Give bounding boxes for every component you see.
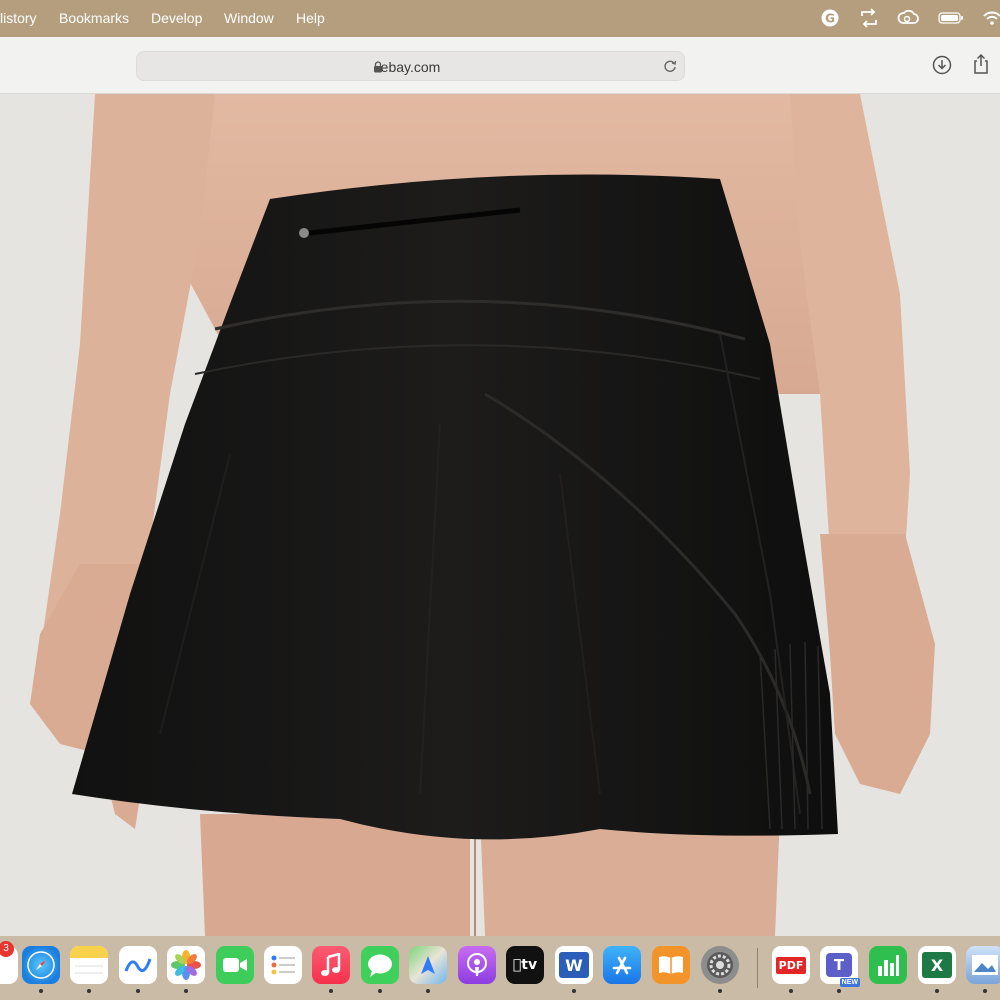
dock-app-reminders[interactable] xyxy=(264,946,302,984)
running-indicator xyxy=(426,989,430,993)
browser-toolbar: ebay.com xyxy=(0,37,1000,94)
running-indicator xyxy=(329,989,333,993)
product-photo[interactable] xyxy=(0,94,1000,936)
grammarly-icon[interactable]: G xyxy=(820,8,840,28)
reload-icon[interactable] xyxy=(662,58,678,74)
new-badge: NEW xyxy=(839,978,860,987)
dock-app-podcasts[interactable] xyxy=(458,946,496,984)
running-indicator xyxy=(837,989,841,993)
running-indicator xyxy=(184,989,188,993)
address-bar[interactable]: ebay.com xyxy=(136,51,685,81)
dock-app-apple-tv[interactable]: tv xyxy=(506,946,544,984)
app-store-icon xyxy=(612,956,632,975)
dock-app-teams[interactable]: T NEW xyxy=(820,946,860,987)
open-book-icon xyxy=(659,956,683,974)
dock-app-word[interactable]: W xyxy=(555,946,593,984)
video-camera-icon xyxy=(223,958,247,972)
dock-app-notes[interactable] xyxy=(70,946,108,984)
wifi-icon[interactable] xyxy=(982,8,1000,28)
running-indicator xyxy=(983,989,987,993)
photos-flower-icon xyxy=(171,950,201,980)
dock-app-music[interactable] xyxy=(312,946,350,984)
dock-app-books[interactable] xyxy=(652,946,690,984)
message-bubble-icon xyxy=(368,954,392,977)
creative-cloud-icon[interactable] xyxy=(897,8,919,28)
menu-bar: listory Bookmarks Develop Window Help G xyxy=(0,0,1000,37)
dock-app-pdf-editor[interactable]: PDF xyxy=(772,946,810,984)
dock-app-messages[interactable] xyxy=(361,946,399,984)
menu-bookmarks[interactable]: Bookmarks xyxy=(59,10,129,26)
url-text: ebay.com xyxy=(380,59,441,75)
download-icon[interactable] xyxy=(932,55,952,75)
excel-logo: X xyxy=(922,952,952,978)
sync-icon[interactable] xyxy=(858,8,878,28)
running-indicator xyxy=(87,989,91,993)
freeform-icon xyxy=(124,958,152,973)
notes-icon xyxy=(70,946,108,974)
page-content xyxy=(0,94,1000,936)
dock-separator xyxy=(757,948,758,988)
running-indicator xyxy=(378,989,382,993)
dock-app-maps[interactable] xyxy=(409,946,447,984)
safari-compass-icon xyxy=(27,951,55,979)
preview-icon xyxy=(972,955,998,975)
pdf-label: PDF xyxy=(775,956,807,974)
dock-app-system-preferences[interactable] xyxy=(701,946,739,984)
word-logo: W xyxy=(559,952,589,978)
dock-app-safari[interactable] xyxy=(22,946,60,984)
maps-pin-icon xyxy=(421,956,435,974)
running-indicator xyxy=(789,989,793,993)
running-indicator xyxy=(718,989,722,993)
running-indicator xyxy=(39,989,43,993)
share-icon[interactable] xyxy=(971,53,991,74)
dock: 3 tv W PDF T NEW X xyxy=(0,936,1000,1000)
dock-app-facetime[interactable] xyxy=(216,946,254,984)
dock-app-excel[interactable]: X xyxy=(918,946,956,984)
dock-app-app-store[interactable] xyxy=(603,946,641,984)
dock-app-preview[interactable] xyxy=(966,946,1000,984)
menu-help[interactable]: Help xyxy=(296,10,325,26)
reminders-list-icon xyxy=(271,955,295,975)
podcasts-icon xyxy=(467,953,487,976)
menu-develop[interactable]: Develop xyxy=(151,10,202,26)
running-indicator xyxy=(572,989,576,993)
apple-tv-label: tv xyxy=(513,957,537,973)
teams-logo: T xyxy=(826,953,852,977)
running-indicator xyxy=(935,989,939,993)
menu-window[interactable]: Window xyxy=(224,10,274,26)
svg-text:G: G xyxy=(825,12,835,26)
dock-app-freeform[interactable] xyxy=(119,946,157,984)
battery-icon[interactable] xyxy=(938,8,964,28)
bar-chart-icon xyxy=(878,955,899,976)
running-indicator xyxy=(136,989,140,993)
menu-history[interactable]: listory xyxy=(0,10,37,26)
dock-app-photos[interactable] xyxy=(167,946,205,984)
gear-icon xyxy=(707,952,733,978)
music-note-icon xyxy=(321,953,341,976)
dock-app-numbers[interactable] xyxy=(869,946,907,984)
